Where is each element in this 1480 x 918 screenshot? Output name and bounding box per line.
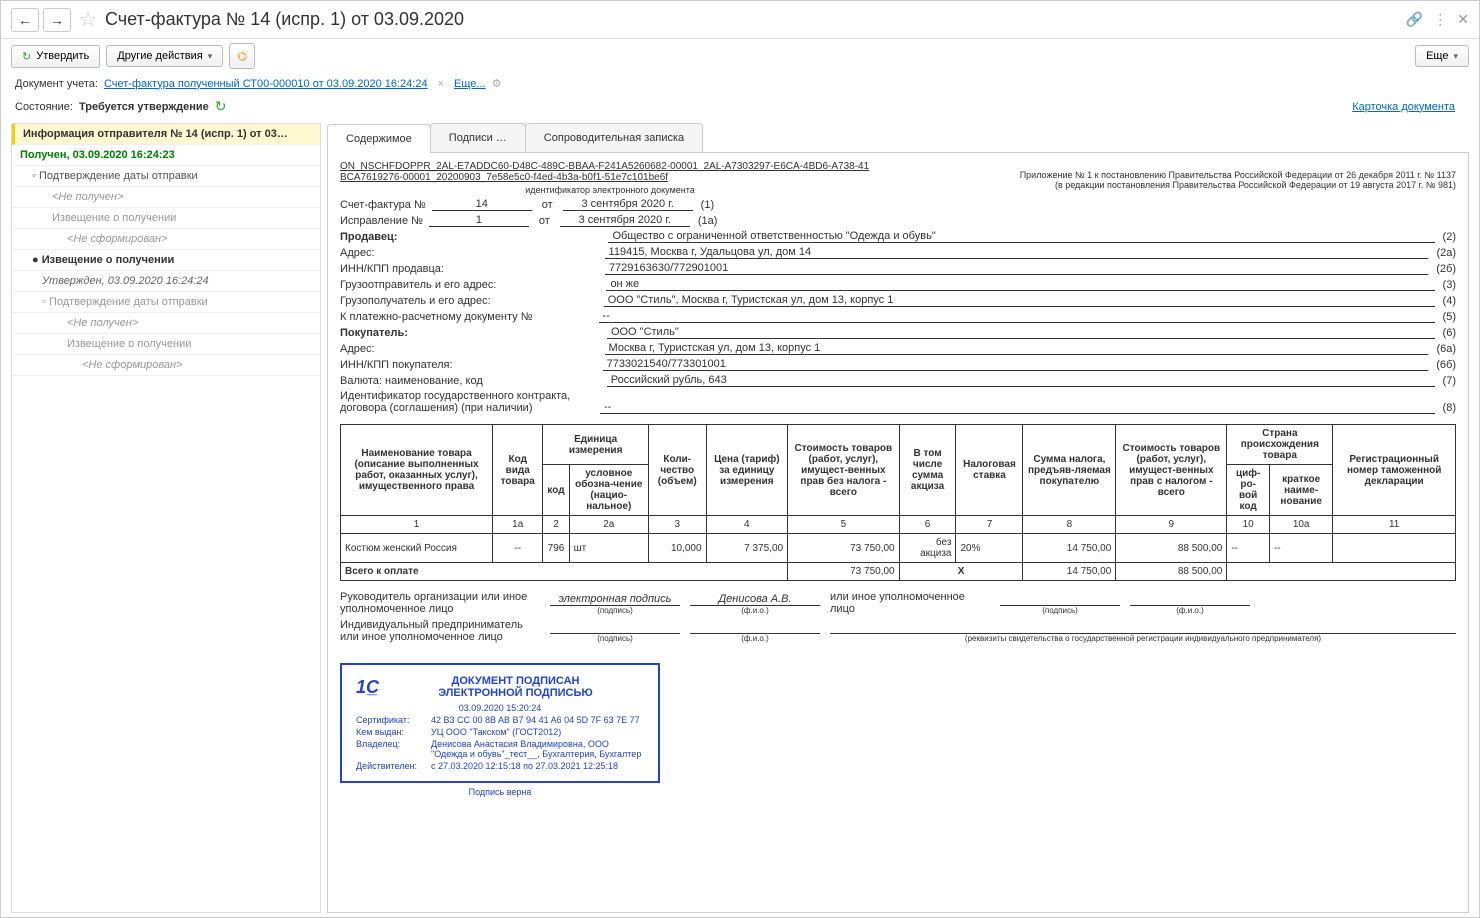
tab-note[interactable]: Сопроводительная записка: [525, 123, 703, 152]
edoc-id-line1: ON_NSCHFDOPPR_2AL-E7ADDC60-D48C-489C-BBA…: [340, 161, 880, 172]
hierarchy-icon[interactable]: ⌬: [229, 43, 255, 69]
card-link[interactable]: Карточка документа: [1352, 101, 1455, 113]
signature-valid-label: Подпись верна: [340, 787, 660, 797]
1c-logo-icon: 1C̲: [356, 677, 379, 698]
kebab-menu-icon[interactable]: ⋮: [1433, 11, 1447, 28]
favorite-star-icon[interactable]: ☆: [79, 7, 97, 32]
link-icon[interactable]: 🔗: [1406, 11, 1423, 28]
doc-ref-clear[interactable]: ×: [434, 78, 448, 90]
document-content: ON_NSCHFDOPPR_2AL-E7ADDC60-D48C-489C-BBA…: [327, 153, 1469, 913]
tab-content[interactable]: Содержимое: [327, 124, 431, 153]
doc-ref-label: Документ учета:: [15, 78, 98, 90]
signatures-block: Руководитель организации или иное уполно…: [340, 591, 1456, 643]
tree-item-meta: <Не сформирован>: [12, 229, 320, 250]
approve-button[interactable]: ↻ Утвердить: [11, 45, 100, 68]
edoc-id-line2: BCA7619276-00001_20200903_7e58e5c0-f4ed-…: [340, 172, 880, 183]
signature-stamp: 1C̲ ДОКУМЕНТ ПОДПИСАН ЭЛЕКТРОННОЙ ПОДПИС…: [340, 663, 660, 783]
app-window: ← → ☆ Счет-фактура № 14 (испр. 1) от 03.…: [0, 0, 1480, 918]
table-row[interactable]: Костюм женский Россия -- 796 шт 10,000 7…: [341, 534, 1456, 563]
tree-item-meta: <Не получен>: [12, 187, 320, 208]
window-title: Счет-фактура № 14 (испр. 1) от 03.09.202…: [105, 9, 1398, 30]
tree-item[interactable]: Извещение о получении: [12, 208, 320, 229]
state-label: Состояние:: [15, 101, 73, 113]
tabs: Содержимое Подписи … Сопроводительная за…: [327, 123, 1469, 153]
table-total-row: Всего к оплате 73 750,00 X 14 750,00 88 …: [341, 563, 1456, 581]
doc-reference-line: Документ учета: Счет-фактура полученный …: [1, 73, 1479, 94]
tree-item-meta: Утвержден, 03.09.2020 16:24:24: [12, 271, 320, 292]
tree-status[interactable]: Получен, 03.09.2020 16:24:23: [12, 145, 320, 166]
tab-signatures[interactable]: Подписи …: [430, 123, 526, 152]
doc-ref-more[interactable]: Еще...: [454, 78, 486, 90]
toolbar: ↻ Утвердить Другие действия ⌬ Еще: [1, 39, 1479, 73]
back-button[interactable]: ←: [11, 8, 39, 32]
tree-item[interactable]: ● Извещение о получении: [12, 250, 320, 271]
left-tree-panel: Информация отправителя № 14 (испр. 1) от…: [11, 123, 321, 913]
tree-root[interactable]: Информация отправителя № 14 (испр. 1) от…: [12, 124, 320, 145]
more-dropdown[interactable]: Еще: [1415, 45, 1469, 67]
items-table: Наименование товара (описание выполненны…: [340, 424, 1456, 581]
close-window-icon[interactable]: ✕: [1457, 11, 1469, 28]
refresh-icon[interactable]: ↻: [215, 98, 227, 115]
tree-item[interactable]: Извещение о получении: [12, 334, 320, 355]
correction-row: Исправление № 1 от 3 сентября 2020 г. (1…: [340, 214, 1456, 227]
edoc-id-label: идентификатор электронного документа: [340, 185, 880, 195]
doc-ref-link[interactable]: Счет-фактура полученный СТ00-000010 от 0…: [104, 78, 428, 90]
gear-icon[interactable]: ⚙: [492, 77, 502, 90]
forward-button[interactable]: →: [43, 8, 71, 32]
titlebar: ← → ☆ Счет-фактура № 14 (испр. 1) от 03.…: [1, 1, 1479, 39]
tree-item-meta: <Не сформирован>: [12, 355, 320, 376]
invoice-number-row: Счет-фактура № 14 от 3 сентября 2020 г. …: [340, 198, 1456, 211]
state-line: Состояние: Требуется утверждение ↻ Карто…: [1, 94, 1479, 119]
tree-item[interactable]: ◦ Подтверждение даты отправки: [12, 166, 320, 187]
tree-item[interactable]: ◦ Подтверждение даты отправки: [12, 292, 320, 313]
appendix-note: Приложение № 1 к постановлению Правитель…: [1020, 170, 1456, 190]
state-value: Требуется утверждение: [79, 101, 209, 113]
approve-icon: ↻: [22, 50, 31, 63]
other-actions-dropdown[interactable]: Другие действия: [106, 45, 223, 67]
tree-item-meta: <Не получен>: [12, 313, 320, 334]
